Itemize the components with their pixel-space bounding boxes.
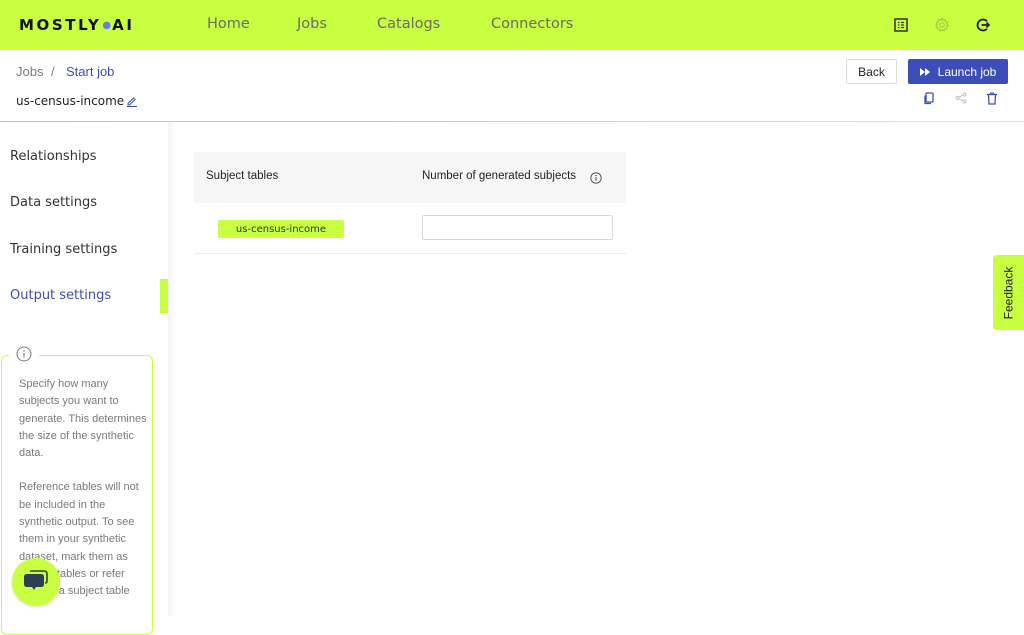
logo-text-right: AI <box>112 16 135 34</box>
breadcrumb-separator: / <box>51 64 55 79</box>
active-item-indicator <box>160 279 168 313</box>
docs-icon[interactable] <box>892 16 910 34</box>
column-header-num-subjects: Number of generated subjects <box>422 170 577 182</box>
logo-dot: ● <box>102 20 112 31</box>
num-subjects-input[interactable] <box>422 215 613 240</box>
logout-icon[interactable] <box>974 16 992 34</box>
subject-table-tag: us-census-income <box>218 220 344 238</box>
feedback-tab[interactable]: Feedback <box>993 255 1024 330</box>
sidebar-item-relationships[interactable]: Relationships <box>10 149 97 164</box>
breadcrumb-jobs[interactable]: Jobs <box>16 64 43 79</box>
sidebar-item-data-settings[interactable]: Data settings <box>10 195 97 210</box>
launch-job-label: Launch job <box>937 64 997 79</box>
nav-catalogs[interactable]: Catalogs <box>377 16 440 32</box>
chat-bubble-icon <box>23 568 49 597</box>
nav-connectors[interactable]: Connectors <box>491 16 573 32</box>
info-paragraph-1: Specify how many subjects you want to ge… <box>19 378 147 460</box>
fast-forward-icon <box>919 65 930 79</box>
subjects-table-header: Subject tables Number of generated subje… <box>194 152 626 203</box>
delete-icon[interactable] <box>985 91 999 105</box>
job-name: us-census-income <box>16 94 125 108</box>
nav-jobs[interactable]: Jobs <box>297 16 327 32</box>
logo-text-left: MOSTLY <box>19 16 102 34</box>
sidebar-item-output-settings[interactable]: Output settings <box>10 288 111 303</box>
settings-icon[interactable] <box>933 16 951 34</box>
edit-pencil-icon[interactable] <box>126 94 138 107</box>
back-button[interactable]: Back <box>846 59 897 84</box>
num-subjects-info-icon[interactable] <box>590 171 602 184</box>
sidebar-edge <box>168 122 176 616</box>
launch-job-button[interactable]: Launch job <box>908 59 1008 84</box>
info-icon <box>9 344 39 364</box>
chat-support-button[interactable] <box>12 558 60 606</box>
table-row: us-census-income <box>194 203 626 254</box>
feedback-label: Feedback <box>1001 266 1016 319</box>
nav-home[interactable]: Home <box>207 16 250 32</box>
mostly-ai-logo[interactable]: MOSTLY●AI <box>19 16 135 34</box>
share-icon[interactable] <box>954 91 968 105</box>
column-header-subject-tables: Subject tables <box>206 170 279 182</box>
breadcrumb-current: Start job <box>66 64 115 79</box>
top-navigation-bar: MOSTLY●AI Home Jobs Catalogs Connectors <box>0 0 1024 50</box>
sidebar-item-training-settings[interactable]: Training settings <box>10 242 117 257</box>
copy-icon[interactable] <box>922 91 936 105</box>
